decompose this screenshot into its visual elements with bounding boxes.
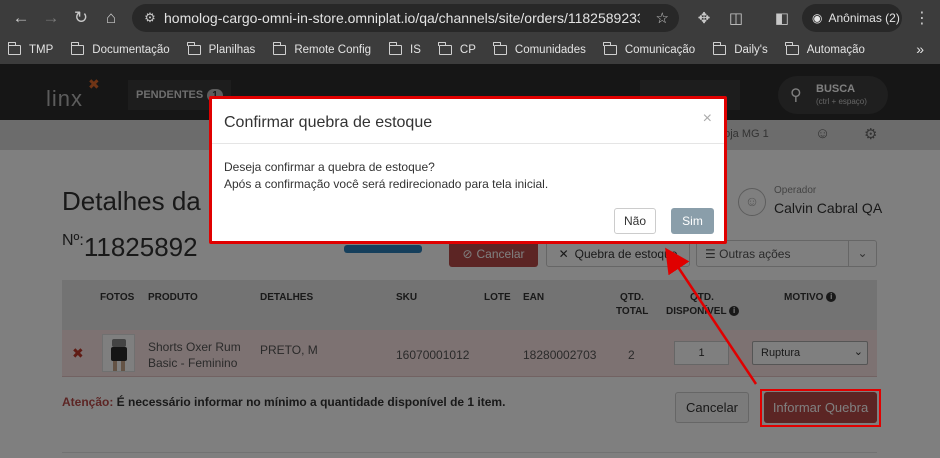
bookmark-item[interactable]: Comunicação bbox=[603, 42, 695, 56]
folder-icon bbox=[493, 42, 507, 55]
reload-icon[interactable]: ↻ bbox=[66, 3, 96, 33]
bookmark-item[interactable]: Documentação bbox=[70, 42, 170, 56]
folder-icon bbox=[603, 42, 617, 55]
side-panel-icon[interactable]: ◧ bbox=[770, 6, 794, 30]
folder-icon bbox=[272, 42, 287, 55]
incognito-indicator[interactable]: ◉ Anônimas (2) bbox=[802, 4, 902, 32]
folder-icon bbox=[388, 42, 403, 55]
folder-icon bbox=[712, 42, 727, 55]
bookmark-item[interactable]: Remote Config bbox=[272, 42, 371, 56]
back-icon[interactable]: ← bbox=[6, 3, 36, 33]
extensions-icon[interactable]: ◫ bbox=[724, 6, 748, 30]
home-icon[interactable]: ⌂ bbox=[96, 3, 126, 33]
site-settings-icon[interactable]: ⚙ bbox=[136, 10, 164, 26]
bookmark-item[interactable]: CP bbox=[438, 42, 476, 56]
folder-icon bbox=[785, 42, 799, 55]
browser-menu-icon[interactable]: ⋮ bbox=[910, 6, 934, 30]
url-text: homolog-cargo-omni-in-store.omniplat.io/… bbox=[164, 10, 640, 26]
incognito-label: Anônimas (2) bbox=[828, 11, 900, 25]
annotation-arrow bbox=[665, 247, 758, 385]
bookmark-item[interactable]: Daily's bbox=[712, 42, 768, 56]
more-bookmarks-icon[interactable]: » bbox=[916, 41, 924, 57]
folder-icon bbox=[438, 42, 452, 55]
bookmark-item[interactable]: Comunidades bbox=[493, 42, 586, 56]
bookmark-item[interactable]: Automação bbox=[785, 42, 865, 56]
address-bar[interactable]: ⚙ homolog-cargo-omni-in-store.omniplat.i… bbox=[132, 4, 679, 32]
page: linx ✖ PENDENTES1 ⚲ BUSCA (ctrl + espaço… bbox=[0, 64, 940, 458]
bookmark-item[interactable]: IS bbox=[388, 42, 421, 56]
bookmark-item[interactable]: TMP bbox=[7, 42, 53, 56]
incognito-icon: ◉ bbox=[812, 11, 823, 25]
bookmark-star-icon[interactable]: ☆ bbox=[656, 9, 669, 27]
forward-icon[interactable]: → bbox=[36, 3, 66, 33]
folder-icon bbox=[187, 42, 201, 55]
folder-icon bbox=[70, 42, 85, 55]
bookmarks-bar: TMP Documentação Planilhas Remote Config… bbox=[0, 36, 940, 64]
bookmark-item[interactable]: Planilhas bbox=[187, 42, 255, 56]
move-icon[interactable]: ✥ bbox=[692, 6, 716, 30]
folder-icon bbox=[7, 42, 21, 55]
